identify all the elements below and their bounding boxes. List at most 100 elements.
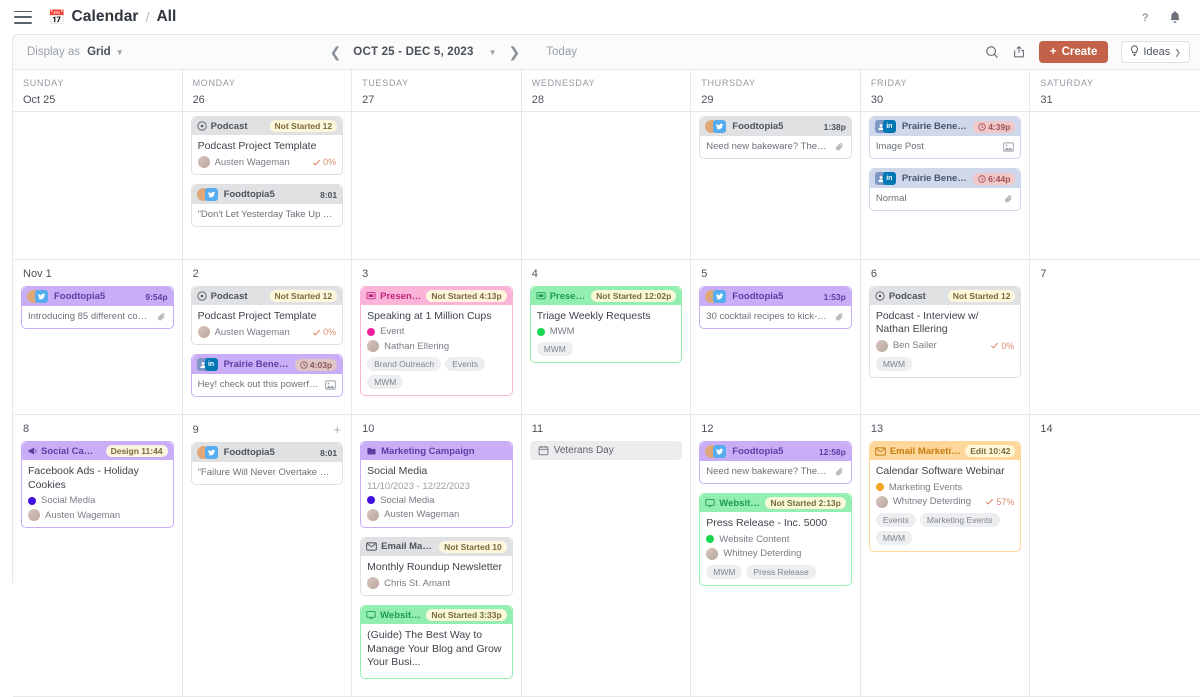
event-card-header[interactable]: PodcastNot Started 12 — [870, 287, 1021, 305]
event-card-header[interactable]: Marketing Campaign — [361, 442, 512, 460]
event-card-header[interactable]: Foodtopia51:53p — [700, 287, 851, 306]
event-card-header[interactable]: Foodtopia512:58p — [700, 442, 851, 461]
breadcrumb-scope[interactable]: All — [156, 8, 176, 26]
event-card-body[interactable]: (Guide) The Best Way to Manage Your Blog… — [361, 624, 512, 677]
ideas-button[interactable]: Ideas ❯ — [1121, 41, 1190, 63]
calendar-event-card[interactable]: Website C...Not Started 3:33p(Guide) The… — [360, 605, 513, 678]
calendar-day-cell[interactable]: 8Social CampaignDesign 11:44Facebook Ads… — [13, 415, 183, 696]
event-card-body[interactable]: Facebook Ads - Holiday CookiesSocial Med… — [22, 460, 173, 527]
event-card-header[interactable]: PresentationNot Started 4:13p — [361, 287, 512, 305]
calendar-event-card[interactable]: Email MarketingNot Started 10Monthly Rou… — [360, 537, 513, 596]
calendar-day-cell[interactable]: Foodtopia51:38pNeed new bakeware? These … — [691, 112, 861, 260]
tag[interactable]: Marketing Events — [920, 513, 1000, 527]
event-card-body[interactable]: 30 cocktail recipes to kick-off y... — [700, 306, 851, 328]
search-icon[interactable] — [985, 45, 999, 59]
event-card-body[interactable]: Social Media11/10/2023 - 12/22/2023Socia… — [361, 460, 512, 526]
calendar-day-cell[interactable]: 9+Foodtopia58:01"Failure Will Never Over… — [183, 415, 353, 696]
event-card-header[interactable]: inPrairie Benefits ...4:39p — [870, 117, 1021, 136]
event-card-body[interactable]: Speaking at 1 Million CupsEventNathan El… — [361, 305, 512, 395]
event-card-header[interactable]: Foodtopia59:54p — [22, 287, 173, 306]
calendar-event-card[interactable]: Foodtopia58:01"Failure Will Never Overta… — [191, 442, 344, 485]
holiday-chip[interactable]: Veterans Day — [530, 441, 683, 460]
calendar-day-cell[interactable] — [352, 112, 522, 260]
calendar-event-card[interactable]: Foodtopia512:58pNeed new bakeware? These… — [699, 441, 852, 484]
calendar-day-cell[interactable] — [522, 112, 692, 260]
display-as-value[interactable]: Grid — [87, 46, 111, 58]
event-card-body[interactable]: Monthly Roundup NewsletterChris St. Aman… — [361, 556, 512, 595]
calendar-day-cell[interactable]: Nov 1Foodtopia59:54pIntroducing 85 diffe… — [13, 260, 183, 415]
calendar-event-card[interactable]: Social CampaignDesign 11:44Facebook Ads … — [21, 441, 174, 528]
calendar-day-cell[interactable]: 3PresentationNot Started 4:13pSpeaking a… — [352, 260, 522, 415]
share-icon[interactable] — [1012, 45, 1026, 59]
event-card-body[interactable]: Triage Weekly RequestsMWMMWM — [531, 305, 682, 362]
add-event-plus-icon[interactable]: + — [334, 423, 342, 436]
chevron-down-icon[interactable]: ▼ — [116, 48, 124, 57]
calendar-event-card[interactable]: Email MarketingEdit 10:42Calendar Softwa… — [869, 441, 1022, 551]
event-card-body[interactable]: Press Release - Inc. 5000Website Content… — [700, 512, 851, 584]
calendar-day-cell[interactable]: 7 — [1030, 260, 1200, 415]
event-card-header[interactable]: Email MarketingEdit 10:42 — [870, 442, 1021, 460]
calendar-event-card[interactable]: Foodtopia51:38pNeed new bakeware? These … — [699, 116, 852, 159]
tag[interactable]: MWM — [537, 342, 573, 356]
event-card-body[interactable]: "Don't Let Yesterday Take Up Too... — [192, 204, 343, 226]
event-card-header[interactable]: Presentat...Not Started 12:02p — [531, 287, 682, 305]
calendar-event-card[interactable]: Foodtopia58:01"Don't Let Yesterday Take … — [191, 184, 344, 227]
help-icon[interactable]: ? — [1138, 10, 1152, 24]
next-period-button[interactable]: ❯ — [507, 45, 523, 59]
calendar-event-card[interactable]: Foodtopia59:54pIntroducing 85 different … — [21, 286, 174, 329]
calendar-day-cell[interactable]: 13Email MarketingEdit 10:42Calendar Soft… — [861, 415, 1031, 696]
event-card-body[interactable]: Normal — [870, 188, 1021, 210]
event-card-header[interactable]: Foodtopia58:01 — [192, 185, 343, 204]
calendar-event-card[interactable]: PodcastNot Started 12Podcast - Interview… — [869, 286, 1022, 378]
calendar-day-cell[interactable]: 6PodcastNot Started 12Podcast - Intervie… — [861, 260, 1031, 415]
calendar-day-cell[interactable]: 2PodcastNot Started 12Podcast Project Te… — [183, 260, 353, 415]
calendar-event-card[interactable]: Presentat...Not Started 12:02pTriage Wee… — [530, 286, 683, 363]
event-card-body[interactable]: Need new bakeware? These G... — [700, 461, 851, 483]
event-card-body[interactable]: Calendar Software WebinarMarketing Event… — [870, 460, 1021, 550]
calendar-event-card[interactable]: Foodtopia51:53p30 cocktail recipes to ki… — [699, 286, 852, 329]
event-card-header[interactable]: Foodtopia58:01 — [192, 443, 343, 462]
calendar-day-cell[interactable] — [1030, 112, 1200, 260]
event-card-header[interactable]: PodcastNot Started 12 — [192, 287, 343, 305]
event-card-body[interactable]: Hey! check out this powerful bl... — [192, 374, 343, 396]
tag[interactable]: Brand Outreach — [367, 357, 441, 371]
bell-icon[interactable] — [1168, 10, 1182, 25]
date-range-chevron-down-icon[interactable]: ▼ — [489, 48, 497, 57]
calendar-day-cell[interactable]: 4Presentat...Not Started 12:02pTriage We… — [522, 260, 692, 415]
calendar-event-card[interactable]: PodcastNot Started 12Podcast Project Tem… — [191, 116, 344, 175]
create-button[interactable]: + Create — [1039, 41, 1109, 63]
calendar-day-cell[interactable]: PodcastNot Started 12Podcast Project Tem… — [183, 112, 353, 260]
calendar-event-card[interactable]: inPrairie Benefits Co4:03pHey! check out… — [191, 354, 344, 397]
hamburger-menu-icon[interactable] — [14, 11, 32, 24]
calendar-event-card[interactable]: inPrairie Benefits ...4:39pImage Post — [869, 116, 1022, 159]
today-button[interactable]: Today — [546, 46, 577, 58]
tag[interactable]: MWM — [706, 565, 742, 579]
event-card-body[interactable]: Need new bakeware? These G... — [700, 136, 851, 158]
event-card-header[interactable]: inPrairie Benefits Co6:44p — [870, 169, 1021, 188]
event-card-body[interactable]: Introducing 85 different cookie ... — [22, 306, 173, 328]
calendar-event-card[interactable]: Website C...Not Started 2:13pPress Relea… — [699, 493, 852, 585]
tag[interactable]: Press Release — [746, 565, 815, 579]
tag[interactable]: Events — [876, 513, 916, 527]
event-card-header[interactable]: PodcastNot Started 12 — [192, 117, 343, 135]
event-card-header[interactable]: Website C...Not Started 3:33p — [361, 606, 512, 624]
calendar-event-card[interactable]: PodcastNot Started 12Podcast Project Tem… — [191, 286, 344, 345]
calendar-day-cell[interactable]: 14 — [1030, 415, 1200, 696]
calendar-event-card[interactable]: inPrairie Benefits Co6:44pNormal — [869, 168, 1022, 211]
event-card-body[interactable]: "Failure Will Never Overtake Me If... — [192, 462, 343, 484]
event-card-body[interactable]: Podcast - Interview w/ Nathan ElleringBe… — [870, 305, 1021, 377]
calendar-day-cell[interactable]: 11Veterans Day — [522, 415, 692, 696]
tag[interactable]: MWM — [367, 375, 403, 389]
calendar-day-cell[interactable]: 5Foodtopia51:53p30 cocktail recipes to k… — [691, 260, 861, 415]
event-card-header[interactable]: Email MarketingNot Started 10 — [361, 538, 512, 556]
date-range-label[interactable]: OCT 25 - DEC 5, 2023 — [353, 46, 473, 58]
calendar-day-cell[interactable] — [13, 112, 183, 260]
event-card-header[interactable]: Foodtopia51:38p — [700, 117, 851, 136]
event-card-header[interactable]: inPrairie Benefits Co4:03p — [192, 355, 343, 374]
tag[interactable]: MWM — [876, 531, 912, 545]
calendar-event-card[interactable]: PresentationNot Started 4:13pSpeaking at… — [360, 286, 513, 396]
tag[interactable]: MWM — [876, 357, 912, 371]
calendar-day-cell[interactable]: 12Foodtopia512:58pNeed new bakeware? The… — [691, 415, 861, 696]
calendar-event-card[interactable]: Marketing CampaignSocial Media11/10/2023… — [360, 441, 513, 527]
event-card-body[interactable]: Image Post — [870, 136, 1021, 158]
